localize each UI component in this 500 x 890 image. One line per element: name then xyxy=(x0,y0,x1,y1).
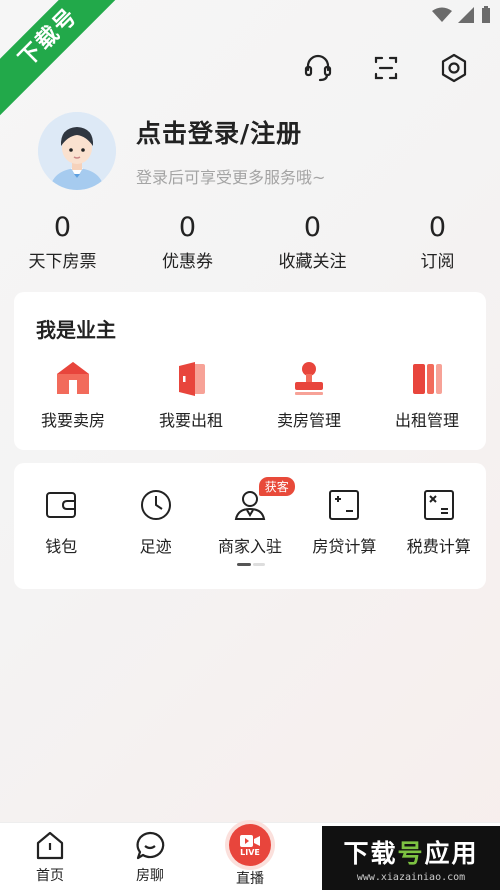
live-badge-text: LIVE xyxy=(240,847,260,857)
sell-management-button[interactable]: 卖房管理 xyxy=(250,358,368,431)
home-icon xyxy=(33,829,67,863)
watermark-ribbon: 下载号 xyxy=(0,0,131,120)
tab-live[interactable]: LIVE 直播 xyxy=(200,823,300,890)
owner-item-label: 卖房管理 xyxy=(276,411,341,430)
watermark-text-b: 号 xyxy=(397,839,425,868)
watermark-title: 下载号应用 xyxy=(322,834,500,870)
stat-label: 收藏关注 xyxy=(278,252,347,272)
stamp-icon xyxy=(289,358,329,398)
stat-value: 0 xyxy=(178,212,197,243)
headset-icon[interactable] xyxy=(302,52,334,84)
calculator-icon xyxy=(324,485,364,525)
clock-icon xyxy=(136,485,176,525)
stats-row: 0 天下房票 0 优惠券 0 收藏关注 0 订阅 xyxy=(0,212,500,272)
wifi-icon xyxy=(432,7,452,22)
stat-favorites[interactable]: 0 收藏关注 xyxy=(250,212,375,272)
tool-label: 房贷计算 xyxy=(312,537,377,556)
owner-item-label: 我要卖房 xyxy=(40,411,105,430)
stat-value: 0 xyxy=(428,212,447,243)
stat-subscriptions[interactable]: 0 订阅 xyxy=(375,212,500,272)
owner-card: 我是业主 我要卖房 我要出租 卖房管理 出租管理 xyxy=(14,292,486,450)
mortgage-calculator-button[interactable]: 房贷计算 xyxy=(297,485,391,557)
door-icon xyxy=(171,358,211,398)
profile-section: 点击登录/注册 登录后可享受更多服务哦~ xyxy=(38,112,325,190)
stat-coupons[interactable]: 0 优惠券 xyxy=(125,212,250,272)
customer-badge: 获客 xyxy=(258,477,295,496)
tool-label: 钱包 xyxy=(45,537,78,556)
stat-label: 优惠券 xyxy=(162,252,213,272)
wallet-icon xyxy=(41,485,81,525)
tab-chat[interactable]: 房聊 xyxy=(100,823,200,890)
owner-item-label: 出租管理 xyxy=(394,411,459,430)
tax-calculator-button[interactable]: 税费计算 xyxy=(392,485,486,557)
tool-label: 税费计算 xyxy=(406,537,471,556)
rent-management-button[interactable]: 出租管理 xyxy=(368,358,486,431)
header-actions xyxy=(302,52,470,84)
house-icon xyxy=(53,358,93,398)
wallet-button[interactable]: 钱包 xyxy=(14,485,108,557)
watermark-banner: 下载号应用 www.xiazainiao.com xyxy=(322,826,500,890)
stat-house-tickets[interactable]: 0 天下房票 xyxy=(0,212,125,272)
tools-card: 钱包 足迹 获客 商家入驻 房贷计算 税费计算 xyxy=(14,463,486,589)
stat-label: 天下房票 xyxy=(28,252,97,272)
stat-value: 0 xyxy=(303,212,322,243)
live-icon: LIVE xyxy=(229,824,271,866)
book-icon xyxy=(407,358,447,398)
watermark-url: www.xiazainiao.com xyxy=(356,872,466,883)
page-indicator xyxy=(237,563,265,566)
avatar[interactable] xyxy=(38,112,116,190)
status-bar xyxy=(432,6,492,24)
battery-icon xyxy=(482,6,490,23)
scan-icon[interactable] xyxy=(370,52,402,84)
tax-calculator-icon xyxy=(419,485,459,525)
merchant-join-button[interactable]: 获客 商家入驻 xyxy=(203,477,297,557)
watermark-text-c: 应用 xyxy=(424,839,479,868)
tab-label: 直播 xyxy=(236,871,264,887)
owner-card-title: 我是业主 xyxy=(36,318,116,342)
watermark-text-a: 下载 xyxy=(343,839,398,868)
chat-icon xyxy=(133,829,167,863)
login-hint: 登录后可享受更多服务哦~ xyxy=(136,168,326,187)
tool-label: 足迹 xyxy=(139,537,172,556)
tool-label: 商家入驻 xyxy=(217,537,282,556)
owner-item-label: 我要出租 xyxy=(158,411,223,430)
tab-label: 房聊 xyxy=(136,868,164,884)
tab-home[interactable]: 首页 xyxy=(0,823,100,890)
signal-icon xyxy=(458,7,474,23)
rent-out-button[interactable]: 我要出租 xyxy=(132,358,250,431)
tab-label: 首页 xyxy=(36,868,64,884)
footprint-button[interactable]: 足迹 xyxy=(108,485,202,557)
stat-value: 0 xyxy=(53,212,72,243)
settings-icon[interactable] xyxy=(438,52,470,84)
sell-house-button[interactable]: 我要卖房 xyxy=(14,358,132,431)
stat-label: 订阅 xyxy=(420,252,455,272)
login-register-link[interactable]: 点击登录/注册 xyxy=(136,114,325,150)
